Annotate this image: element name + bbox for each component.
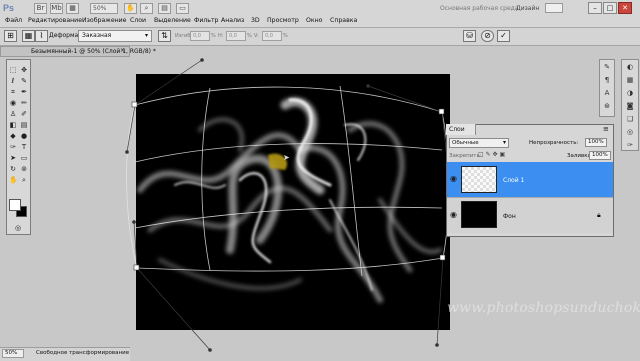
masks-icon[interactable]: ◙ <box>624 101 636 111</box>
crop-icon[interactable]: ⌗ <box>9 88 17 96</box>
adjustments-icon[interactable]: ◑ <box>624 88 636 98</box>
brush-panel-icon[interactable]: ✎ <box>601 62 613 72</box>
brush-icon[interactable]: ✏ <box>20 99 28 107</box>
lock-icons[interactable]: □ ✎ ✥ ▣ <box>478 151 505 158</box>
hand-tool-icon[interactable]: ✋ <box>9 176 18 184</box>
opacity-label: Непрозрачность: <box>529 140 579 146</box>
status-zoom[interactable]: 50% <box>2 349 24 358</box>
move-icon[interactable]: ✥ <box>20 66 28 74</box>
swatches-icon[interactable]: ▦ <box>624 75 636 85</box>
eraser-icon[interactable]: ◧ <box>9 121 17 129</box>
character-icon[interactable]: A <box>601 88 613 98</box>
3d-rotate-icon[interactable]: ↻ <box>9 165 17 173</box>
3d-orbit-icon[interactable]: ⊚ <box>20 165 28 173</box>
eye-icon[interactable]: ◉ <box>450 175 458 183</box>
watermark: www.photoshopsunduchok.ru <box>447 300 640 316</box>
tab-layers[interactable]: Слои <box>446 124 476 135</box>
layers-panel-icon[interactable]: ❏ <box>624 114 636 124</box>
svg-text:➤: ➤ <box>283 153 290 162</box>
layer-name[interactable]: Фон <box>503 213 516 220</box>
opacity-field[interactable]: 100% <box>585 138 607 147</box>
history-brush-icon[interactable]: ✐ <box>20 110 28 118</box>
eyedropper-icon[interactable]: ✒ <box>20 88 28 96</box>
lasso-icon[interactable]: ℓ <box>9 77 17 85</box>
paths-icon[interactable]: ✑ <box>624 140 636 150</box>
shape-icon[interactable]: ▭ <box>20 154 28 162</box>
eye-icon[interactable]: ◉ <box>450 211 458 219</box>
layer-thumbnail <box>461 201 497 228</box>
blend-mode-select[interactable]: Обычные <box>449 138 509 148</box>
clone-source-icon[interactable]: ⊛ <box>601 101 613 111</box>
marquee-icon[interactable]: ⬚ <box>9 66 17 74</box>
color-panel-icon[interactable]: ◐ <box>624 62 636 72</box>
pen-icon[interactable]: ✑ <box>9 143 17 151</box>
foreground-color-front[interactable] <box>9 199 21 211</box>
blur-icon[interactable]: ◆ <box>9 132 17 140</box>
status-text: Свободное трансформирование <box>36 350 130 356</box>
lock-icon: 🔒︎ <box>597 211 601 219</box>
quick-select-icon[interactable]: ✎ <box>20 77 28 85</box>
quick-mask-icon[interactable]: ◎ <box>12 224 24 232</box>
gradient-icon[interactable]: ▤ <box>20 121 28 129</box>
healing-icon[interactable]: ◉ <box>9 99 17 107</box>
chevron-down-icon: ▾ <box>503 139 507 146</box>
path-select-icon[interactable]: ➤ <box>9 154 17 162</box>
fill-field[interactable]: 100% <box>589 151 611 160</box>
dodge-icon[interactable]: ● <box>20 132 28 140</box>
paragraph-icon[interactable]: ¶ <box>601 75 613 85</box>
stamp-icon[interactable]: ♙ <box>9 110 17 118</box>
panel-menu-icon[interactable]: ≡ <box>603 125 609 133</box>
lock-label: Закрепить: <box>449 153 482 159</box>
zoom-tool-icon[interactable]: ⌕ <box>20 176 28 184</box>
layer-name[interactable]: Слой 1 <box>503 177 524 184</box>
type-icon[interactable]: T <box>20 143 28 151</box>
layer-thumbnail <box>461 166 497 193</box>
channels-icon[interactable]: ◎ <box>624 127 636 137</box>
